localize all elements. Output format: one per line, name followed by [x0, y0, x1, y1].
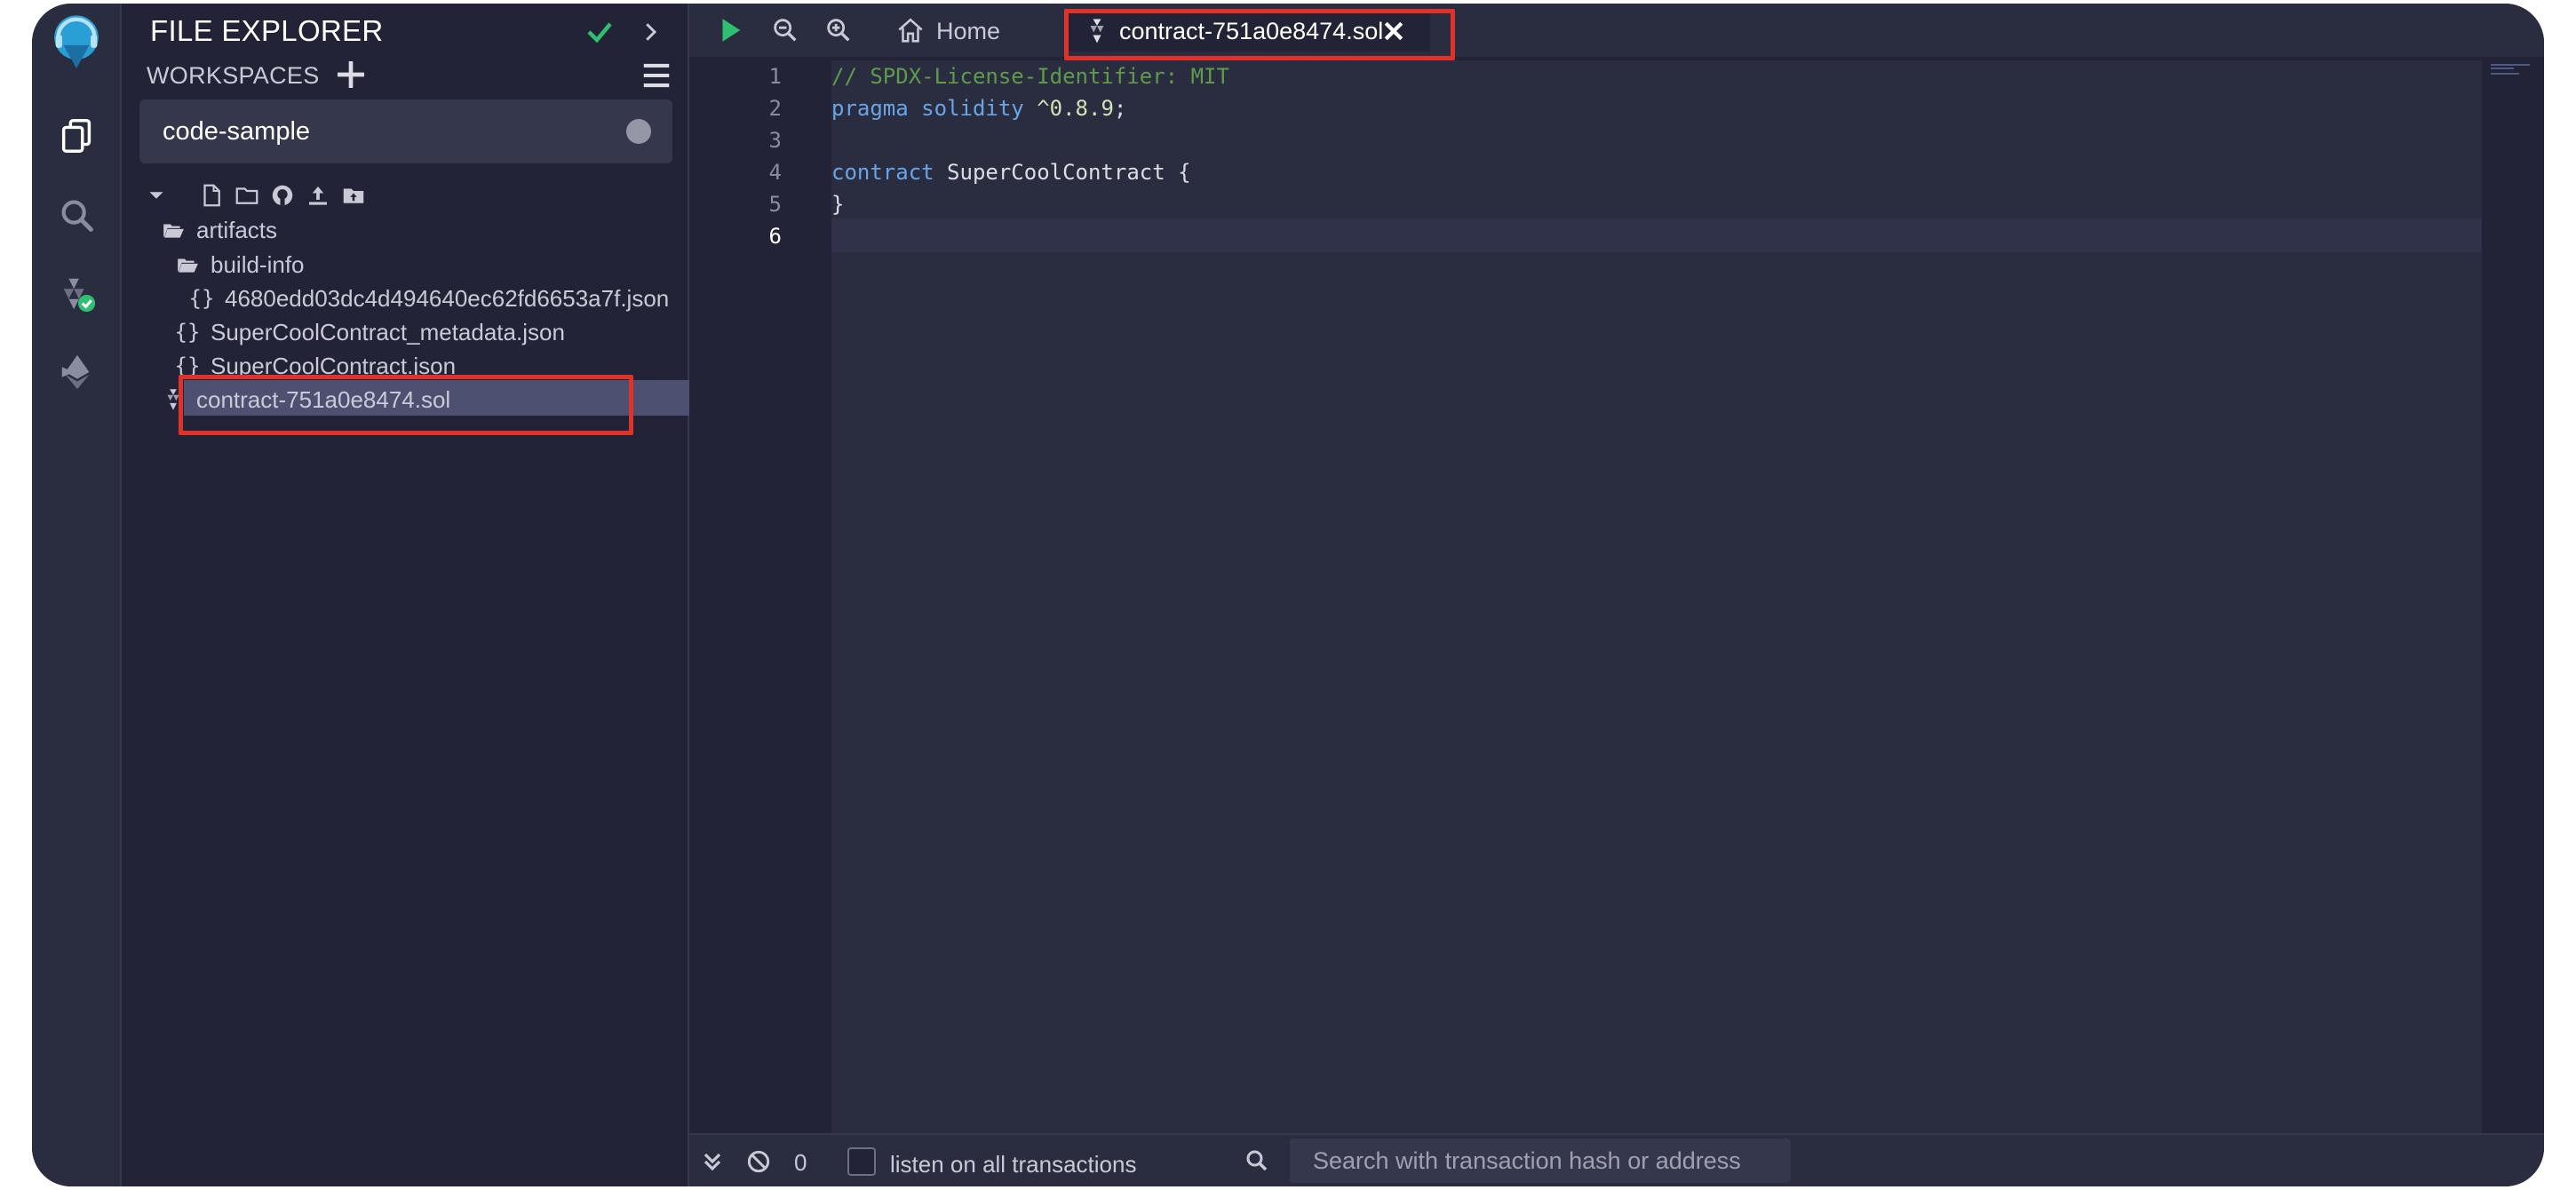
explorer-toolbar [143, 178, 367, 213]
solidity-file-icon [1090, 19, 1104, 44]
code-keyword: pragma [831, 96, 909, 121]
panel-title: FILE EXPLORER [150, 14, 384, 47]
remix-logo-icon[interactable] [44, 11, 108, 75]
minimap[interactable] [2484, 60, 2544, 1133]
file-explorer-panel: FILE EXPLORER WORKSPACES code-sample art… [122, 4, 689, 1186]
tab-home[interactable]: Home [895, 14, 1000, 48]
current-line-highlight [831, 218, 2482, 252]
code-line-5: } [831, 188, 844, 220]
line-number: 1 [768, 64, 782, 89]
listen-label: listen on all transactions [890, 1151, 1137, 1178]
tree-file-sol[interactable]: contract-751a0e8474.sol [157, 383, 450, 416]
json-file-icon: {} [174, 320, 201, 345]
new-folder-icon[interactable] [234, 182, 260, 209]
hamburger-menu-icon[interactable] [639, 59, 674, 92]
terminal-bar: 0 listen on all transactions [689, 1133, 2544, 1186]
tree-item-label: build-info [211, 250, 305, 278]
double-chevron-down-icon[interactable] [698, 1147, 727, 1176]
line-number: 3 [768, 128, 782, 153]
tree-item-label: SuperCoolContract.json [211, 352, 457, 379]
json-file-icon: {} [174, 353, 201, 378]
line-number: 6 [768, 224, 782, 249]
editor-area: Home contract-751a0e8474.sol 1 2 3 4 5 6… [689, 4, 2544, 1186]
clear-ban-icon[interactable] [744, 1147, 773, 1176]
search-icon[interactable] [50, 188, 105, 243]
search-icon [1246, 1150, 1268, 1171]
code-version: ^0.8.9 [1037, 96, 1114, 121]
deploy-run-icon[interactable] [50, 345, 105, 400]
tree-folder-build-info[interactable]: build-info [171, 248, 305, 282]
zoom-out-icon [774, 19, 797, 42]
zoom-in-icon [827, 19, 850, 42]
chevron-right-icon[interactable] [637, 16, 664, 48]
close-tab-icon[interactable] [1380, 18, 1407, 44]
line-number: 2 [768, 96, 782, 121]
tree-item-label: SuperCoolContract_metadata.json [211, 318, 565, 345]
tree-folder-artifacts[interactable]: artifacts [157, 213, 277, 247]
tree-file-contract-json[interactable]: {} SuperCoolContract.json [171, 349, 457, 383]
folder-open-icon [171, 251, 203, 278]
solidity-file-icon [157, 386, 189, 413]
tree-file-metadata[interactable]: {} SuperCoolContract_metadata.json [171, 315, 565, 349]
workspaces-label: WORKSPACES [147, 62, 320, 89]
upload-icon[interactable] [305, 182, 331, 209]
code-identifier: SuperCoolContract { [934, 160, 1191, 185]
solidity-compiler-icon[interactable] [50, 266, 105, 321]
add-workspace-icon[interactable] [333, 57, 369, 92]
home-icon [898, 18, 923, 43]
minimap-line [2491, 64, 2530, 66]
minimap-line [2491, 67, 2514, 69]
workspace-select[interactable]: code-sample [139, 99, 672, 163]
play-icon [722, 19, 741, 42]
github-icon[interactable] [269, 182, 296, 209]
code-comment: // SPDX-License-Identifier: MIT [831, 64, 1229, 89]
run-button[interactable] [712, 12, 748, 48]
upload-folder-icon[interactable] [340, 182, 367, 209]
code-punct: ; [1113, 96, 1127, 121]
tab-contract-sol[interactable]: contract-751a0e8474.sol [1064, 11, 1430, 52]
tree-file-json-hash[interactable]: {} 4680edd03dc4d494640ec62fd6653a7f.json [186, 282, 670, 315]
select-arrows-icon [626, 119, 651, 144]
code-keyword: contract [831, 160, 934, 185]
tab-active-label: contract-751a0e8474.sol [1119, 17, 1384, 44]
workspace-select-value: code-sample [163, 116, 311, 146]
remix-ide-window: FILE EXPLORER WORKSPACES code-sample art… [32, 4, 2544, 1186]
code-line-4: contract SuperCoolContract { [831, 156, 1191, 188]
new-file-icon[interactable] [198, 182, 225, 209]
zoom-out-button[interactable] [767, 12, 803, 48]
code-keyword: solidity [921, 96, 1024, 121]
tree-item-label: 4680edd03dc4d494640ec62fd6653a7f.json [225, 284, 670, 312]
icon-rail [32, 4, 122, 1186]
line-number: 5 [768, 192, 782, 217]
check-icon [587, 22, 612, 44]
json-file-icon: {} [188, 286, 215, 311]
code-punct: } [831, 192, 845, 217]
zoom-in-button[interactable] [821, 12, 856, 48]
pending-tx-count: 0 [794, 1149, 807, 1176]
tab-home-label: Home [936, 17, 1001, 44]
caret-down-icon[interactable] [143, 182, 170, 209]
code-line-2: pragma solidity ^0.8.9; [831, 92, 1126, 124]
minimap-line [2491, 73, 2519, 75]
line-number: 4 [768, 160, 782, 185]
line-number-gutter: 1 2 3 4 5 6 [689, 60, 831, 1133]
file-explorer-icon[interactable] [50, 108, 105, 163]
editor-topbar: Home contract-751a0e8474.sol [689, 4, 2544, 60]
code-line-1: // SPDX-License-Identifier: MIT [831, 60, 1229, 92]
tree-item-label: contract-751a0e8474.sol [196, 385, 451, 413]
folder-open-icon [157, 217, 189, 243]
tx-search-input[interactable] [1290, 1138, 1791, 1183]
code-editor[interactable]: // SPDX-License-Identifier: MIT pragma s… [831, 60, 2482, 1133]
listen-checkbox[interactable] [847, 1147, 876, 1176]
tree-item-label: artifacts [196, 216, 278, 243]
